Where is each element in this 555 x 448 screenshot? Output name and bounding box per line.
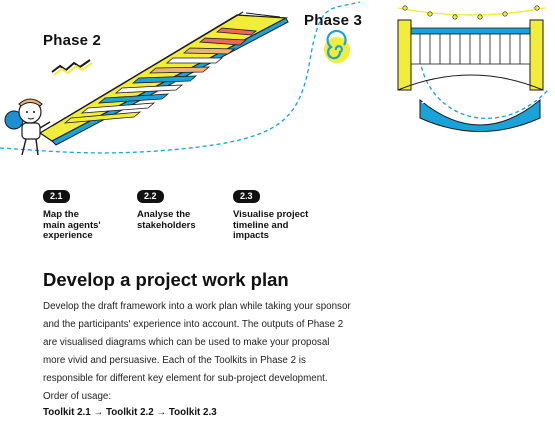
phase-2-title: Phase 2 (43, 32, 102, 49)
toolkit-label: Analyse the stakeholders (137, 209, 196, 231)
character-illustration (4, 98, 51, 156)
usage-order: Toolkit 2.1 → Toolkit 2.2 → Toolkit 2.3 (43, 407, 217, 418)
toolkit-label: Visualise project timeline and impacts (233, 209, 309, 241)
section-body: Develop the draft framework into a work … (43, 301, 351, 402)
spiral-icon (324, 29, 350, 63)
bridge-illustration (397, 5, 546, 132)
phase-3-title: Phase 3 (304, 12, 363, 29)
phase-illustration (0, 1, 549, 156)
toolkit-2-3: 2.3 Visualise project timeline and impac… (233, 186, 308, 242)
toolkit-badge: 2.2 (137, 190, 164, 203)
toolkit-2-2: 2.2 Analyse the stakeholders (137, 186, 196, 231)
section-heading: Develop a project work plan (43, 269, 289, 290)
toolkit-label: Map the main agents' experience (43, 209, 101, 241)
toolkit-badge: 2.3 (233, 190, 260, 203)
toolkit-badge: 2.1 (43, 190, 70, 203)
toolkit-2-1: 2.1 Map the main agents' experience (43, 186, 101, 242)
